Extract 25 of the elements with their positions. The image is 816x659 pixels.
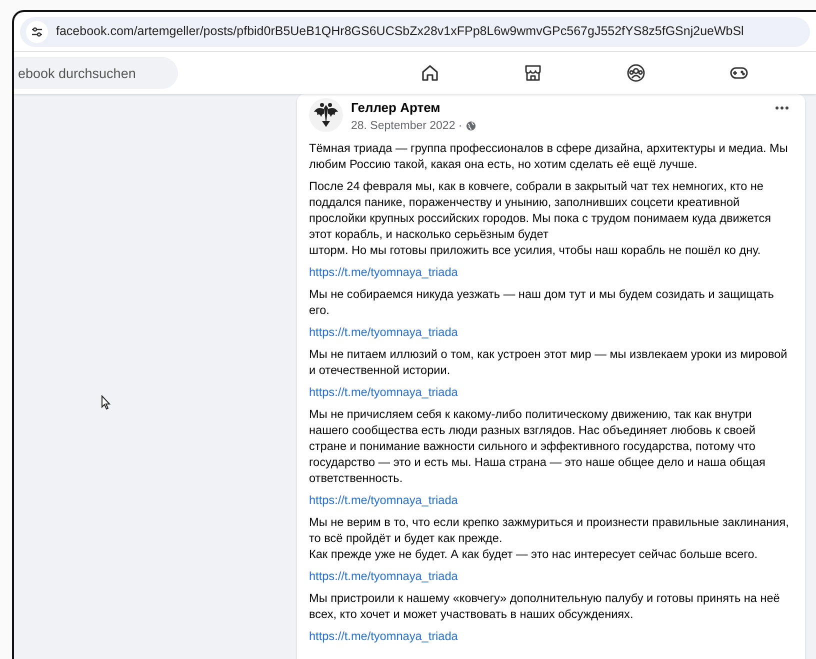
post-date[interactable]: 28. September 2022 ·: [351, 118, 462, 135]
address-bar[interactable]: facebook.com/artemgeller/posts/pfbid0rB5UeB1QHr8GS6UCSbZx28v1xFPp8L6w9wmvGPc567gJ552fYS8z5fGSnj2ueWbSl: [20, 16, 810, 46]
people-icon[interactable]: [626, 63, 646, 83]
store-icon[interactable]: [522, 63, 542, 83]
telegram-link[interactable]: https://t.me/tyomnaya_triada: [309, 324, 458, 340]
url-text: facebook.com/artemgeller/posts/pfbid0rB5UeB1QHr8GS6UCSbZx28v1xFPp8L6w9wmvGPc567gJ552fYS8z5fGSnj2ueWbSl: [56, 23, 744, 40]
site-settings-icon[interactable]: [31, 26, 43, 38]
post-paragraph: После 24 февраля мы, как в ковчеге, собрали в закрытый чат тех немногих, кто не поддался панике, пораженчеству и унынию, заполнивших соцсети креативной прослойки крупных российских городов. Мы пока с трудом понимаем куда движется этот корабль, и насколько серьёзным будет шторм. Но мы готовы приложить все усилия, чтобы наш корабль не пошёл ко дну.: [309, 178, 772, 258]
home-icon[interactable]: [420, 63, 440, 83]
post-paragraph: Мы не собираемся никуда уезжать — наш дом тут и мы будем созидать и защищать его.: [309, 286, 775, 318]
author-name[interactable]: Геллер Артем: [351, 98, 767, 118]
post-paragraph: Тёмная триада — группа профессионалов в сфере дизайна, архитектуры и медиа. Мы любим Россию такой, какая она есть, но хотим сделать её ещё лучше.: [309, 140, 789, 172]
telegram-link[interactable]: https://t.me/tyomnaya_triada: [309, 492, 458, 508]
telegram-link[interactable]: https://t.me/tyomnaya_triada: [309, 264, 458, 280]
post-paragraph: Мы пристроили к нашему «ковчегу» дополнительную палубу и готовы принять на неё всех, кто хочет и может участвовать в наших обсуждениях.: [309, 590, 781, 622]
mouse-cursor-icon: [101, 395, 111, 410]
more-options-icon[interactable]: [775, 106, 789, 110]
post-paragraph: Мы не причисляем себя к какому-либо политическому движению, так как внутри нашего сообщества есть люди разных взглядов. Нас объединяет любовь к своей стране и понимание важности сильного и эффективного государства, потому что государство — это и есть мы. Наша страна — это наше общее дело и наша общая ответственность.: [309, 406, 766, 486]
telegram-link[interactable]: https://t.me/tyomnaya_triada: [309, 628, 458, 644]
telegram-link[interactable]: https://t.me/tyomnaya_triada: [309, 568, 458, 584]
post-paragraph: Мы не питаем иллюзий о том, как устроен этот мир — мы извлекаем уроки из мировой и отечественной истории.: [309, 346, 788, 378]
search-field[interactable]: ebook durchsuchen: [14, 57, 178, 89]
globe-icon: [466, 121, 476, 132]
telegram-link[interactable]: https://t.me/tyomnaya_triada: [309, 384, 458, 400]
post-paragraph: Мы не верим в то, что если крепко зажмуриться и произнести правильные заклинания, то всё пройдёт и будет как прежде. Как прежде уже не будет. А как будет — это нас интересует сейчас больше всего.: [309, 514, 790, 562]
